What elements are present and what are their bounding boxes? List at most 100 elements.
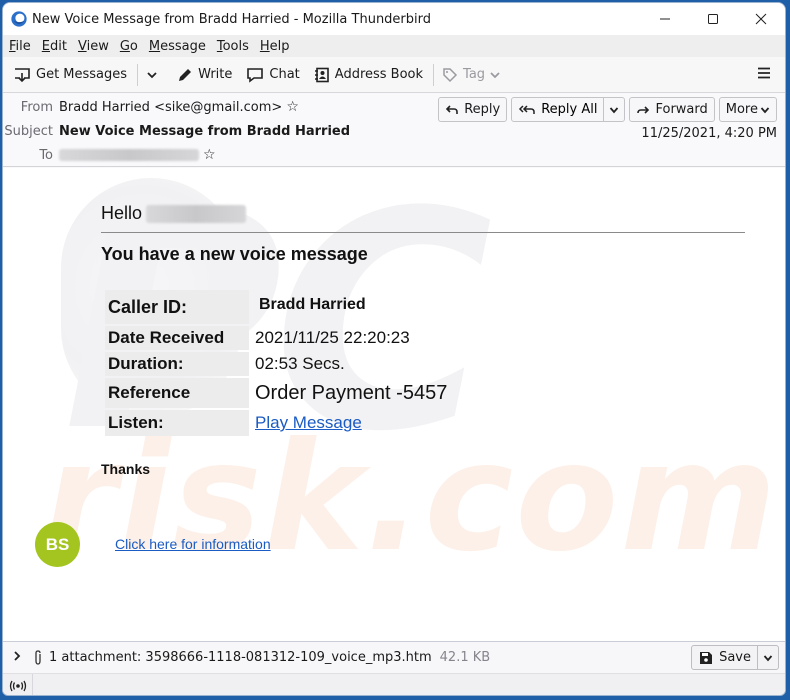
broadcast-icon [9, 680, 26, 691]
header-actions: Reply Reply All Forward More [434, 97, 777, 122]
reply-all-split: Reply All [511, 97, 626, 122]
menu-view[interactable]: View [78, 39, 109, 54]
detail-key: Listen: [105, 410, 249, 436]
app-menu-button[interactable] [757, 64, 771, 85]
chat-button[interactable]: Chat [246, 67, 300, 83]
hamburger-icon [758, 67, 770, 79]
chevron-right-icon [14, 651, 21, 661]
from-row: From Bradd Harried <sike@gmail.com> ☆ [3, 99, 299, 115]
close-button[interactable] [737, 3, 785, 35]
recipient-name-redacted [146, 204, 247, 223]
save-label: Save [719, 650, 751, 665]
save-icon [700, 651, 713, 664]
get-messages-icon [15, 67, 30, 82]
minimize-icon [660, 18, 670, 20]
forward-label: Forward [655, 102, 708, 117]
chevron-down-icon [490, 71, 500, 78]
chevron-down-icon [147, 71, 157, 78]
reply-icon [446, 104, 459, 114]
table-row: Date Received 2021/11/25 22:20:23 [105, 326, 450, 350]
address-book-icon [314, 67, 329, 82]
reply-all-button[interactable]: Reply All [512, 98, 603, 121]
subject-value: New Voice Message from Bradd Harried [59, 124, 351, 139]
reply-button[interactable]: Reply [438, 97, 508, 122]
message-body: PC risk.com Hello You have a new voice m… [3, 168, 785, 641]
tag-icon [443, 67, 458, 82]
get-messages-dropdown[interactable] [146, 70, 163, 80]
paperclip-icon [35, 649, 41, 665]
toolbar-separator [433, 63, 435, 86]
from-value[interactable]: Bradd Harried <sike@gmail.com> [59, 100, 282, 115]
attachment-label[interactable]: 1 attachment: 3598666-1118-081312-109_vo… [49, 650, 432, 665]
menu-go[interactable]: Go [120, 39, 138, 54]
star-icon[interactable]: ☆ [203, 147, 216, 163]
menu-file[interactable]: File [9, 39, 31, 54]
pencil-icon [179, 68, 192, 81]
detail-value: Order Payment -5457 [255, 381, 448, 404]
detail-key: Date Received [105, 326, 249, 350]
thunderbird-logo-icon [11, 11, 27, 27]
menu-edit[interactable]: Edit [42, 39, 67, 54]
message-header: From Bradd Harried <sike@gmail.com> ☆ Su… [3, 93, 785, 167]
attachment-size: 42.1 KB [439, 650, 491, 665]
divider [101, 232, 745, 233]
save-split-button: Save [691, 645, 779, 670]
online-status-icon[interactable] [3, 674, 33, 695]
detail-value: Play Message [251, 410, 450, 436]
maximize-button[interactable] [689, 3, 737, 35]
avatar: BS [35, 522, 80, 567]
menu-help[interactable]: Help [260, 39, 290, 54]
tag-label: Tag [463, 67, 486, 82]
address-book-label: Address Book [334, 67, 424, 82]
more-label: More [725, 102, 758, 117]
expand-attachments-toggle[interactable] [13, 650, 21, 665]
get-messages-button[interactable]: Get Messages [13, 67, 127, 83]
address-book-button[interactable]: Address Book [314, 67, 423, 83]
detail-key: Duration: [105, 352, 249, 376]
table-row: Duration: 02:53 Secs. [105, 352, 450, 376]
status-bar [3, 673, 785, 695]
detail-key: Reference [105, 378, 249, 408]
tag-button[interactable]: Tag [442, 67, 506, 83]
forward-button[interactable]: Forward [629, 97, 715, 122]
forward-icon [637, 105, 650, 114]
close-icon [755, 13, 767, 25]
star-icon[interactable]: ☆ [286, 99, 299, 115]
write-button[interactable]: Write [177, 67, 232, 83]
chevron-down-icon [610, 106, 619, 113]
menu-bar: File Edit View Go Message Tools Help [3, 35, 785, 57]
table-row: Listen: Play Message [105, 410, 450, 436]
detail-key: Caller ID: [105, 290, 249, 324]
reply-all-label: Reply All [541, 102, 598, 117]
attachment-bar: 1 attachment: 3598666-1118-081312-109_vo… [3, 641, 785, 673]
from-label: From [20, 99, 53, 115]
minimize-button[interactable] [641, 3, 689, 35]
maximize-icon [708, 14, 718, 24]
more-button[interactable]: More [718, 97, 777, 122]
reply-all-icon [519, 104, 535, 114]
play-message-link[interactable]: Play Message [255, 413, 362, 432]
menu-tools[interactable]: Tools [217, 39, 249, 54]
write-label: Write [198, 67, 233, 82]
save-button[interactable]: Save [692, 646, 757, 669]
to-label: To [39, 147, 53, 163]
to-value-redacted[interactable] [59, 149, 199, 161]
chevron-down-icon [760, 106, 770, 113]
email-content: Hello You have a new voice message Calle… [3, 168, 785, 641]
table-row: Caller ID: Bradd Harried [105, 290, 450, 324]
reply-label: Reply [464, 102, 501, 117]
thanks-text: Thanks [101, 461, 151, 477]
chat-icon [247, 67, 264, 83]
detail-value: 02:53 Secs. [255, 354, 345, 373]
info-link[interactable]: Click here for information [115, 536, 271, 552]
chevron-down-icon [763, 654, 773, 661]
greeting-text: Hello [101, 203, 143, 223]
get-messages-label: Get Messages [36, 67, 128, 82]
save-dropdown[interactable] [757, 646, 778, 669]
menu-message[interactable]: Message [149, 39, 206, 54]
reply-all-dropdown[interactable] [603, 98, 624, 121]
table-row: Reference Order Payment -5457 [105, 378, 450, 408]
to-row: To ☆ [3, 147, 216, 163]
thunderbird-window: New Voice Message from Bradd Harried - M… [2, 2, 786, 696]
detail-value: Bradd Harried [259, 296, 366, 313]
